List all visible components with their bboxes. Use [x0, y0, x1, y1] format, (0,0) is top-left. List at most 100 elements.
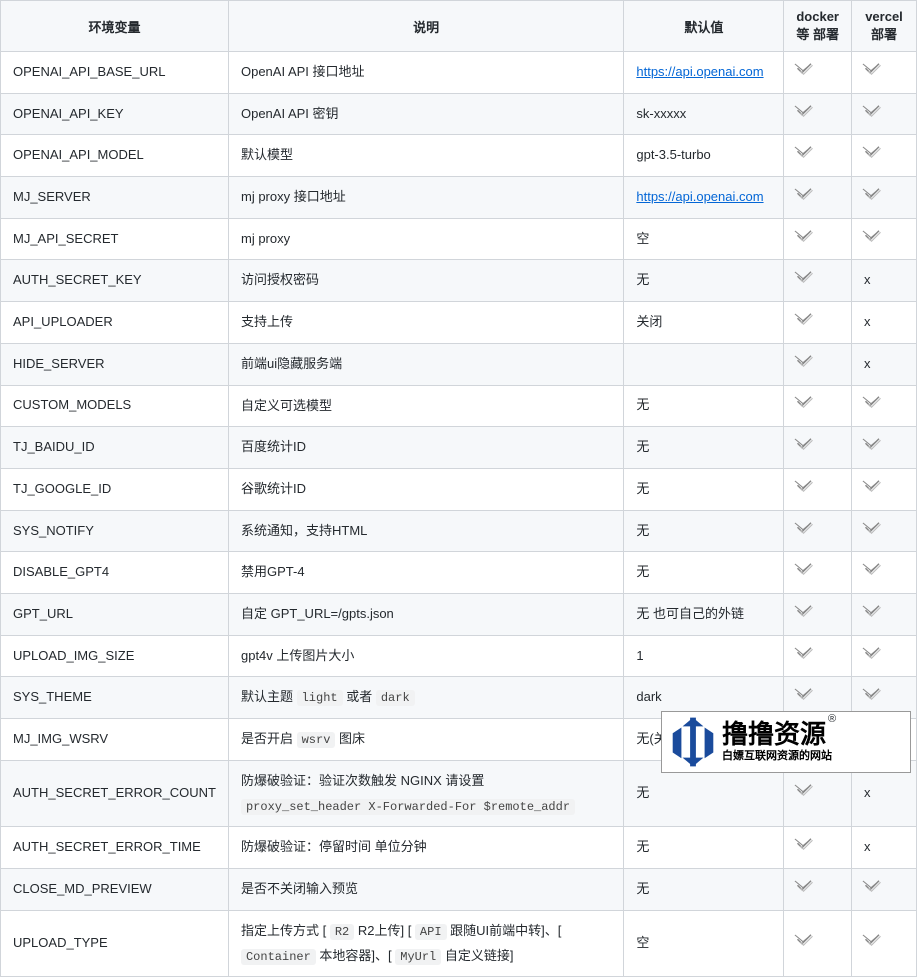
- check-icon: [864, 395, 880, 407]
- vercel-support: [852, 385, 917, 427]
- env-var-name: TJ_GOOGLE_ID: [1, 468, 229, 510]
- inline-code: dark: [376, 690, 415, 706]
- docker-support: [784, 427, 852, 469]
- env-var-desc: 谷歌统计ID: [228, 468, 623, 510]
- col-vercel: vercel 部署: [852, 1, 917, 52]
- table-row: OPENAI_API_KEYOpenAI API 密钥sk-xxxxx: [1, 93, 917, 135]
- env-var-name: MJ_IMG_WSRV: [1, 719, 229, 761]
- vercel-support: [852, 427, 917, 469]
- env-var-default: 无: [624, 468, 784, 510]
- table-row: SYS_NOTIFY系统通知，支持HTML无: [1, 510, 917, 552]
- inline-code: Container: [241, 949, 316, 965]
- env-var-name: AUTH_SECRET_ERROR_TIME: [1, 827, 229, 869]
- env-var-desc: 是否不关闭输入预览: [228, 869, 623, 911]
- site-logo-overlay: 撸撸资源® 白嫖互联网资源的网站: [661, 711, 911, 773]
- table-row: API_UPLOADER支持上传关闭x: [1, 302, 917, 344]
- env-var-name: OPENAI_API_BASE_URL: [1, 52, 229, 94]
- table-row: UPLOAD_TYPE指定上传方式 [ R2 R2上传] [ API 跟随UI前…: [1, 910, 917, 977]
- check-icon: [796, 562, 812, 574]
- vercel-support: [852, 593, 917, 635]
- vercel-support: [852, 177, 917, 219]
- env-var-default: 无: [624, 510, 784, 552]
- env-var-name: MJ_API_SECRET: [1, 218, 229, 260]
- env-var-default: 关闭: [624, 302, 784, 344]
- inline-code: proxy_set_header X-Forwarded-For $remote…: [241, 799, 575, 815]
- env-var-desc: 防爆破验证：验证次数触发 NGINX 请设置 proxy_set_header …: [228, 760, 623, 826]
- vercel-support: x: [852, 260, 917, 302]
- vercel-support: [852, 468, 917, 510]
- env-var-desc: gpt4v 上传图片大小: [228, 635, 623, 677]
- col-default: 默认值: [624, 1, 784, 52]
- col-env: 环境变量: [1, 1, 229, 52]
- logo-subtitle: 白嫖互联网资源的网站: [722, 747, 910, 763]
- docker-support: [784, 468, 852, 510]
- check-icon: [864, 229, 880, 241]
- vercel-support: [852, 218, 917, 260]
- logo-text: 撸撸资源® 白嫖互联网资源的网站: [722, 721, 910, 763]
- docker-support: [784, 593, 852, 635]
- default-link[interactable]: https://api.openai.com: [636, 189, 763, 204]
- table-row: DISABLE_GPT4禁用GPT-4无: [1, 552, 917, 594]
- vercel-support: [852, 52, 917, 94]
- docker-support: [784, 635, 852, 677]
- env-var-name: SYS_NOTIFY: [1, 510, 229, 552]
- vercel-support: [852, 552, 917, 594]
- vercel-support: [852, 635, 917, 677]
- env-var-desc: 默认主题 light 或者 dark: [228, 677, 623, 719]
- env-var-desc: mj proxy 接口地址: [228, 177, 623, 219]
- inline-code: API: [415, 924, 447, 940]
- vercel-support: [852, 869, 917, 911]
- env-var-name: DISABLE_GPT4: [1, 552, 229, 594]
- check-icon: [796, 104, 812, 116]
- env-var-desc: 防爆破验证：停留时间 单位分钟: [228, 827, 623, 869]
- check-icon: [864, 437, 880, 449]
- docker-support: [784, 343, 852, 385]
- docker-support: [784, 93, 852, 135]
- env-var-default: 空: [624, 910, 784, 977]
- env-var-name: UPLOAD_TYPE: [1, 910, 229, 977]
- table-row: GPT_URL自定 GPT_URL=/gpts.json无 也可自己的外链: [1, 593, 917, 635]
- table-row: HIDE_SERVER前端ui隐藏服务端x: [1, 343, 917, 385]
- check-icon: [796, 479, 812, 491]
- env-var-name: UPLOAD_IMG_SIZE: [1, 635, 229, 677]
- table-row: OPENAI_API_BASE_URLOpenAI API 接口地址https:…: [1, 52, 917, 94]
- env-var-desc: 自定义可选模型: [228, 385, 623, 427]
- env-var-name: AUTH_SECRET_KEY: [1, 260, 229, 302]
- check-icon: [796, 521, 812, 533]
- table-row: CLOSE_MD_PREVIEW是否不关闭输入预览无: [1, 869, 917, 911]
- check-icon: [864, 687, 880, 699]
- check-icon: [796, 145, 812, 157]
- docker-support: [784, 52, 852, 94]
- env-var-name: AUTH_SECRET_ERROR_COUNT: [1, 760, 229, 826]
- env-var-default: 无: [624, 260, 784, 302]
- env-var-default: gpt-3.5-turbo: [624, 135, 784, 177]
- check-icon: [864, 879, 880, 891]
- inline-code: R2: [330, 924, 354, 940]
- vercel-support: [852, 910, 917, 977]
- check-icon: [864, 604, 880, 616]
- docker-support: [784, 827, 852, 869]
- site-logo-icon: [664, 713, 722, 771]
- env-vars-table: 环境变量 说明 默认值 docker等 部署 vercel 部署 OPENAI_…: [0, 0, 917, 977]
- env-var-desc: 前端ui隐藏服务端: [228, 343, 623, 385]
- docker-support: [784, 218, 852, 260]
- env-var-desc: mj proxy: [228, 218, 623, 260]
- col-docker: docker等 部署: [784, 1, 852, 52]
- env-var-desc: 默认模型: [228, 135, 623, 177]
- check-icon: [796, 646, 812, 658]
- env-var-name: SYS_THEME: [1, 677, 229, 719]
- env-var-name: OPENAI_API_KEY: [1, 93, 229, 135]
- default-link[interactable]: https://api.openai.com: [636, 64, 763, 79]
- table-row: AUTH_SECRET_KEY访问授权密码无x: [1, 260, 917, 302]
- docker-support: [784, 910, 852, 977]
- docker-support: [784, 302, 852, 344]
- docker-support: [784, 260, 852, 302]
- check-icon: [864, 104, 880, 116]
- vercel-support: x: [852, 343, 917, 385]
- check-icon: [864, 187, 880, 199]
- env-var-default: https://api.openai.com: [624, 177, 784, 219]
- table-header-row: 环境变量 说明 默认值 docker等 部署 vercel 部署: [1, 1, 917, 52]
- check-icon: [864, 62, 880, 74]
- check-icon: [796, 395, 812, 407]
- docker-support: [784, 135, 852, 177]
